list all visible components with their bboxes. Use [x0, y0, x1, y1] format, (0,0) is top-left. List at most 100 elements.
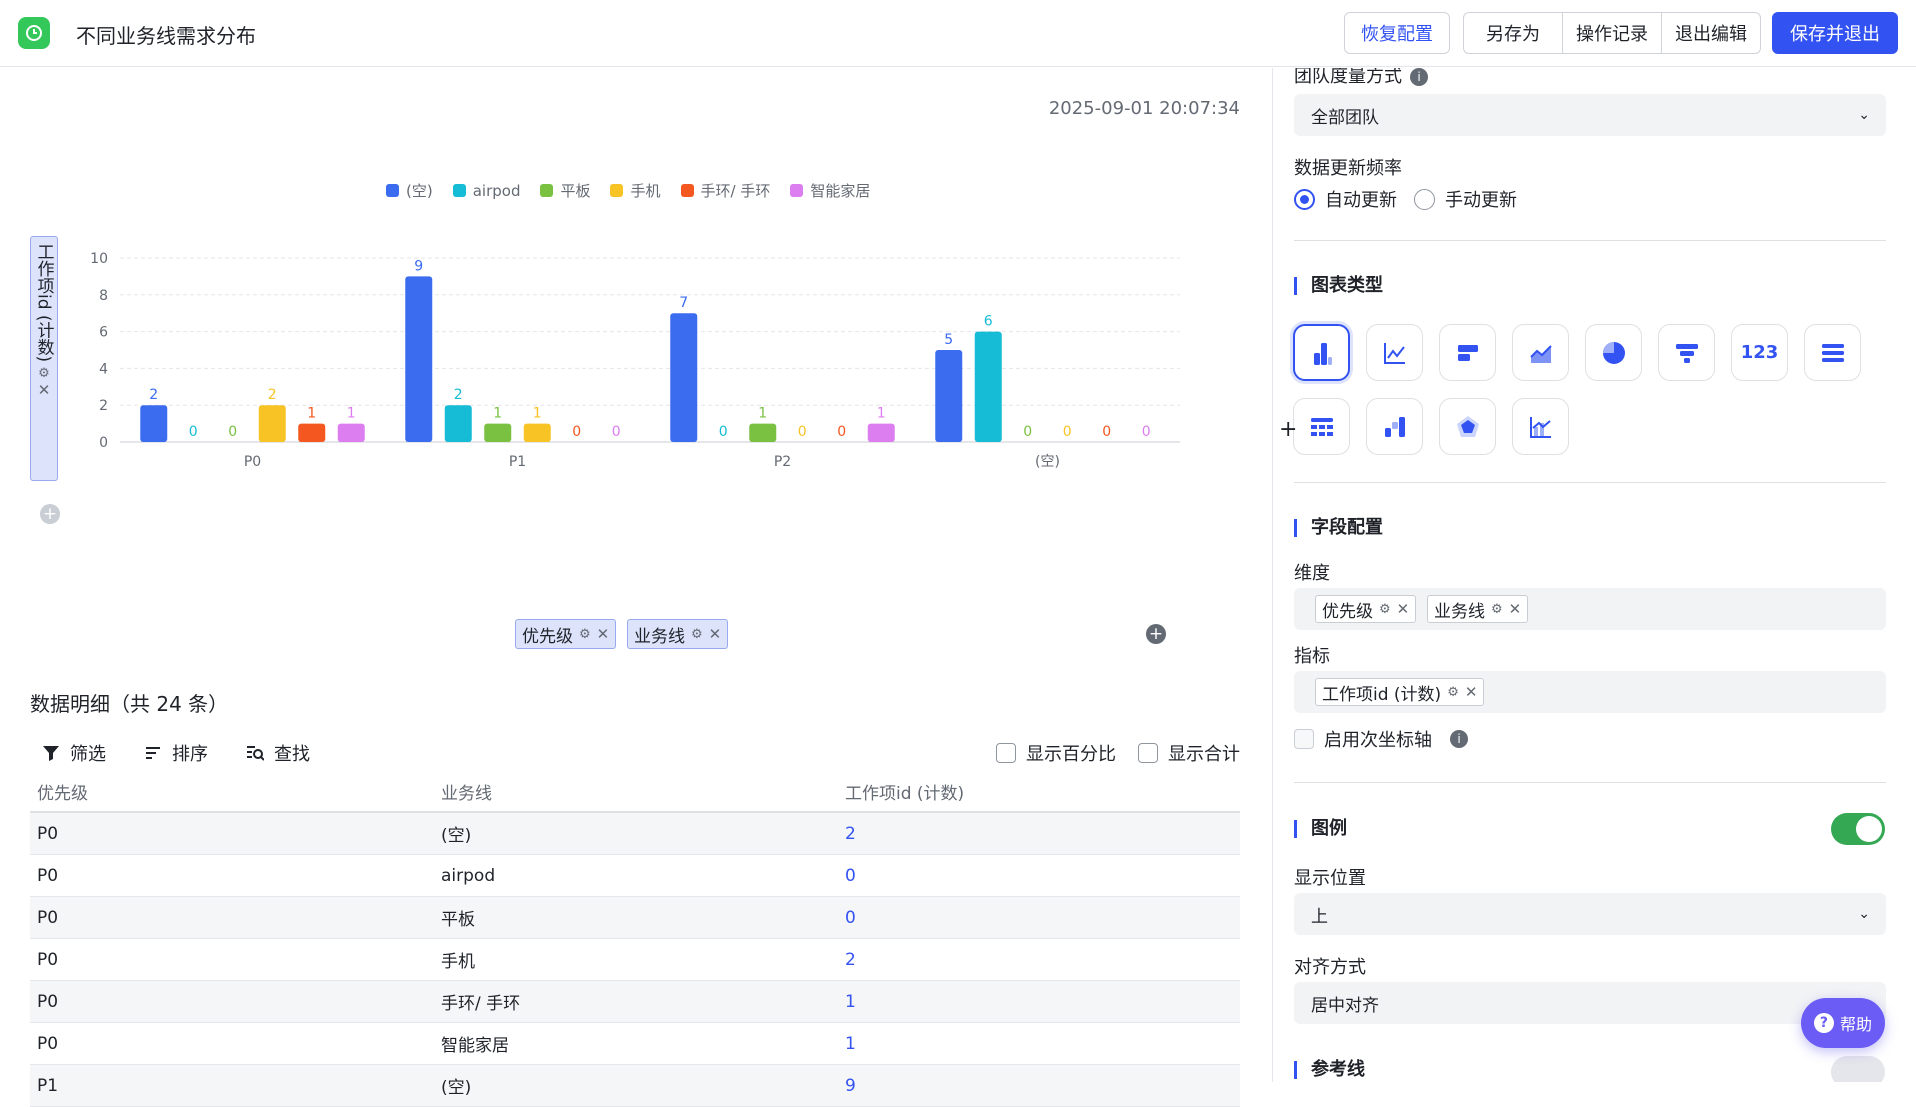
close-icon[interactable]: ✕: [38, 381, 51, 399]
gear-icon[interactable]: ⚙: [1379, 602, 1391, 617]
gear-icon[interactable]: ⚙: [579, 627, 591, 642]
info-icon[interactable]: i: [1450, 730, 1468, 748]
table-row[interactable]: P0 airpod 0: [30, 855, 1240, 897]
legend-swatch: [680, 184, 694, 197]
chart-type-bar-icon[interactable]: [1439, 324, 1496, 381]
refresh-manual-label: 手动更新: [1445, 190, 1517, 211]
exit-edit-button[interactable]: 退出编辑: [1662, 13, 1760, 53]
close-icon[interactable]: ✕: [1465, 683, 1478, 701]
legend-item[interactable]: 智能家居: [790, 180, 870, 201]
chart-type-funnel-icon[interactable]: [1658, 324, 1715, 381]
table-cell[interactable]: 1: [838, 1034, 1240, 1054]
top-bar: 不同业务线需求分布 恢复配置 另存为 操作记录 退出编辑 保存并退出: [0, 0, 1916, 67]
divider: [1294, 240, 1886, 241]
gear-icon[interactable]: ⚙: [691, 627, 703, 642]
sort-button[interactable]: 排序: [144, 740, 208, 766]
chart-type-waterfall-icon[interactable]: [1366, 398, 1423, 455]
table-cell[interactable]: 0: [838, 908, 1240, 928]
data-label: 0: [612, 424, 621, 440]
column-header[interactable]: 业务线: [434, 779, 838, 804]
save-and-exit-button[interactable]: 保存并退出: [1772, 12, 1898, 54]
legend-item[interactable]: 手机: [610, 180, 661, 201]
metric-chip[interactable]: 工作项id (计数) ⚙ ✕: [1315, 678, 1485, 706]
table-cell[interactable]: 9: [838, 1076, 1240, 1096]
chart-type-pie-icon[interactable]: [1585, 324, 1642, 381]
refresh-auto-radio[interactable]: 自动更新: [1294, 186, 1397, 212]
team-metric-select[interactable]: 全部团队 ⌄: [1294, 94, 1886, 136]
gear-icon[interactable]: ⚙: [1447, 685, 1459, 700]
data-table: 优先级 业务线 工作项id (计数) P0 (空) 2 P0 airpod 0 P0 平板 0 P…: [30, 771, 1240, 1107]
dimension-chip-priority[interactable]: 优先级 ⚙ ✕: [1315, 595, 1417, 623]
close-icon[interactable]: ✕: [1397, 600, 1410, 618]
column-header[interactable]: 工作项id (计数): [838, 779, 1240, 804]
metric-field-box[interactable]: 工作项id (计数) ⚙ ✕: [1294, 671, 1886, 713]
help-button[interactable]: ? 帮助: [1801, 998, 1885, 1048]
table-cell[interactable]: 2: [838, 950, 1240, 970]
dimension-field-box[interactable]: 优先级 ⚙ ✕ 业务线 ⚙ ✕: [1294, 588, 1886, 630]
table-row[interactable]: P1 (空) 9: [30, 1065, 1240, 1107]
add-x-field-icon[interactable]: +: [1146, 624, 1166, 644]
legend-label: 手环/ 手环: [700, 182, 771, 200]
table-row[interactable]: P0 平板 0: [30, 897, 1240, 939]
legend-item[interactable]: airpod: [452, 180, 520, 201]
bar: [749, 423, 777, 442]
close-icon[interactable]: ✕: [709, 625, 722, 643]
data-label: 1: [877, 406, 886, 422]
filter-button[interactable]: 筛选: [42, 740, 106, 766]
table-row[interactable]: P0 手环/ 手环 1: [30, 981, 1240, 1023]
info-icon[interactable]: i: [1410, 68, 1428, 86]
field-config-section-title: 字段配置: [1294, 519, 1383, 537]
table-cell[interactable]: 0: [838, 866, 1240, 886]
gear-icon[interactable]: ⚙: [38, 366, 50, 381]
dimension-chip-label: 优先级: [1322, 601, 1373, 622]
data-label: 0: [572, 424, 581, 440]
chart-type-table-icon[interactable]: [1804, 324, 1861, 381]
chart-type-area-icon[interactable]: [1512, 324, 1569, 381]
show-total-checkbox[interactable]: 显示合计: [1138, 740, 1240, 766]
show-percent-checkbox[interactable]: 显示百分比: [996, 740, 1116, 766]
legend-position-select[interactable]: 上 ⌄: [1294, 893, 1886, 935]
chart-type-column-icon[interactable]: [1293, 324, 1350, 381]
table-cell: P1: [37, 1075, 59, 1096]
legend-item[interactable]: (空): [386, 180, 433, 201]
bar: [670, 313, 698, 442]
column-header[interactable]: 优先级: [30, 779, 434, 804]
legend-toggle[interactable]: [1831, 813, 1885, 845]
gear-icon[interactable]: ⚙: [1491, 602, 1503, 617]
y-axis-field-chip[interactable]: 工作项id (计数) ⚙ ✕: [30, 236, 58, 481]
table-cell[interactable]: 1: [838, 992, 1240, 1012]
save-as-button[interactable]: 另存为: [1464, 13, 1563, 53]
data-label: 0: [719, 424, 728, 440]
close-icon[interactable]: ✕: [1509, 600, 1522, 618]
close-icon[interactable]: ✕: [597, 625, 610, 643]
legend-label: (空): [406, 182, 433, 200]
dimension-chip-business[interactable]: 业务线 ⚙ ✕: [1427, 595, 1529, 623]
x-field-chip-business[interactable]: 业务线 ⚙ ✕: [627, 619, 729, 649]
secondary-axis-checkbox[interactable]: 启用次坐标轴 i: [1294, 726, 1468, 752]
refresh-manual-radio[interactable]: 手动更新: [1414, 186, 1517, 212]
legend-item[interactable]: 手环/ 手环: [680, 180, 771, 201]
x-field-chip-priority[interactable]: 优先级 ⚙ ✕: [515, 619, 617, 649]
chart-type-number-icon[interactable]: 123: [1731, 324, 1788, 381]
table-cell[interactable]: 2: [838, 824, 1240, 844]
chart-type-combo-icon[interactable]: [1512, 398, 1569, 455]
restore-config-button[interactable]: 恢复配置: [1344, 12, 1450, 54]
history-button[interactable]: 操作记录: [1563, 13, 1662, 53]
chart-type-pivot-icon[interactable]: [1293, 398, 1350, 455]
add-y-field-icon[interactable]: +: [40, 504, 60, 524]
data-label: 0: [228, 424, 237, 440]
chart-type-radar-icon[interactable]: [1439, 398, 1496, 455]
show-percent-label: 显示百分比: [1026, 744, 1116, 765]
align-select[interactable]: 居中对齐: [1294, 982, 1886, 1024]
chart-type-line-icon[interactable]: [1366, 324, 1423, 381]
data-label: 1: [307, 406, 316, 422]
table-row[interactable]: P0 手机 2: [30, 939, 1240, 981]
reference-line-toggle[interactable]: [1831, 1056, 1885, 1082]
x-tick-label: P1: [509, 454, 526, 470]
table-row[interactable]: P0 (空) 2: [30, 813, 1240, 855]
data-label: 9: [414, 258, 423, 274]
bar: [523, 423, 551, 442]
find-button[interactable]: 查找: [246, 740, 310, 766]
legend-item[interactable]: 平板: [540, 180, 590, 201]
table-row[interactable]: P0 智能家居 1: [30, 1023, 1240, 1065]
